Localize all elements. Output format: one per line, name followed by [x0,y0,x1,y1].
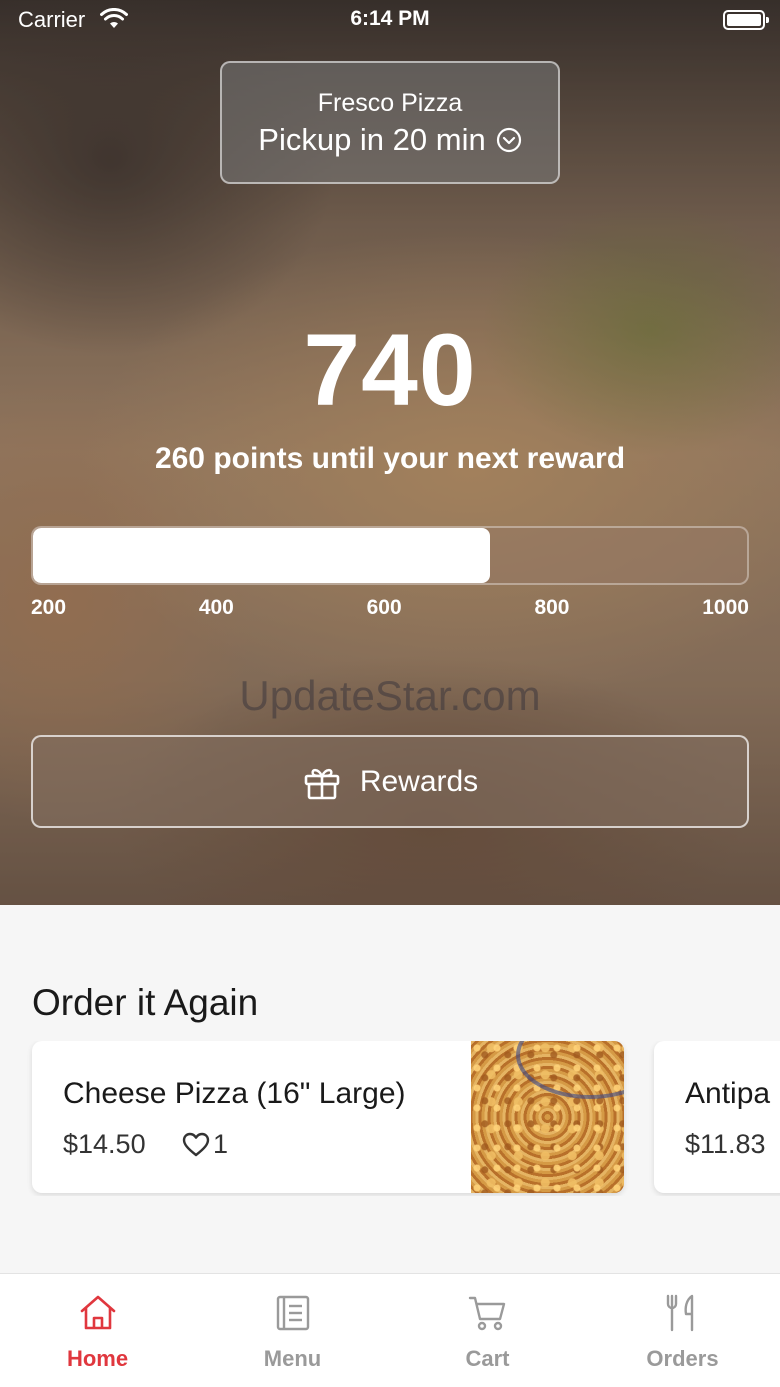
item-name: Antipa [685,1077,771,1110]
rewards-hero: Carrier 6:14 PM Fresco Pizza Pickup in 2… [0,0,780,905]
item-name: Cheese Pizza (16" Large) [63,1077,406,1110]
points-balance: 740 [303,313,477,427]
store-name: Fresco Pizza [317,89,463,117]
order-again-carousel[interactable]: Cheese Pizza (16" Large) $14.50 1 Antipa… [0,1041,780,1196]
heart-icon [182,1132,210,1156]
order-again-title: Order it Again [32,982,259,1023]
reorder-card[interactable]: Antipa $11.83 [654,1041,780,1193]
chevron-down-circle-icon [496,127,521,153]
item-price: $11.83 [685,1129,766,1159]
tick-label: 600 [366,596,402,619]
rewards-progress-bar [31,526,749,585]
store-pickup-selector[interactable]: Fresco Pizza Pickup in 20 min [220,61,560,184]
progress-tick-labels: 200 400 600 800 1000 [31,596,749,624]
menu-icon [276,1295,309,1331]
utensils-icon [666,1294,693,1332]
battery-icon [723,10,769,30]
status-bar: Carrier 6:14 PM [0,0,780,40]
gift-icon [304,768,340,799]
cart-icon [468,1296,505,1331]
tick-label: 200 [31,596,67,619]
tick-label: 800 [534,596,570,619]
tick-label: 1000 [702,596,749,619]
home-icon [80,1295,115,1330]
tab-label: Home [66,1346,129,1371]
item-price: $14.50 [63,1129,146,1159]
pickup-time: Pickup in 20 min [258,122,486,157]
reorder-card[interactable]: Cheese Pizza (16" Large) $14.50 1 [32,1041,624,1193]
rewards-progress-fill [33,528,490,583]
tab-cart[interactable]: Cart [390,1274,585,1387]
rewards-button-label: Rewards [359,764,479,798]
tab-menu[interactable]: Menu [195,1274,390,1387]
cheese-pizza-image [471,1041,624,1193]
pickup-row: Pickup in 20 min [222,122,558,158]
tick-label: 400 [198,596,234,619]
like-count-value: 1 [213,1129,229,1159]
clock: 6:14 PM [350,7,430,30]
points-until-reward: 260 points until your next reward [154,442,626,475]
tab-orders[interactable]: Orders [585,1274,780,1387]
tab-bar: Home Menu Cart Orders [0,1273,780,1387]
watermark: UpdateStar.com [239,672,541,719]
tab-label: Menu [263,1346,322,1371]
like-count[interactable]: 1 [182,1129,228,1160]
rewards-button[interactable]: Rewards [31,735,749,828]
tab-label: Orders [646,1346,719,1371]
tab-home[interactable]: Home [0,1274,195,1387]
tab-label: Cart [465,1346,510,1371]
